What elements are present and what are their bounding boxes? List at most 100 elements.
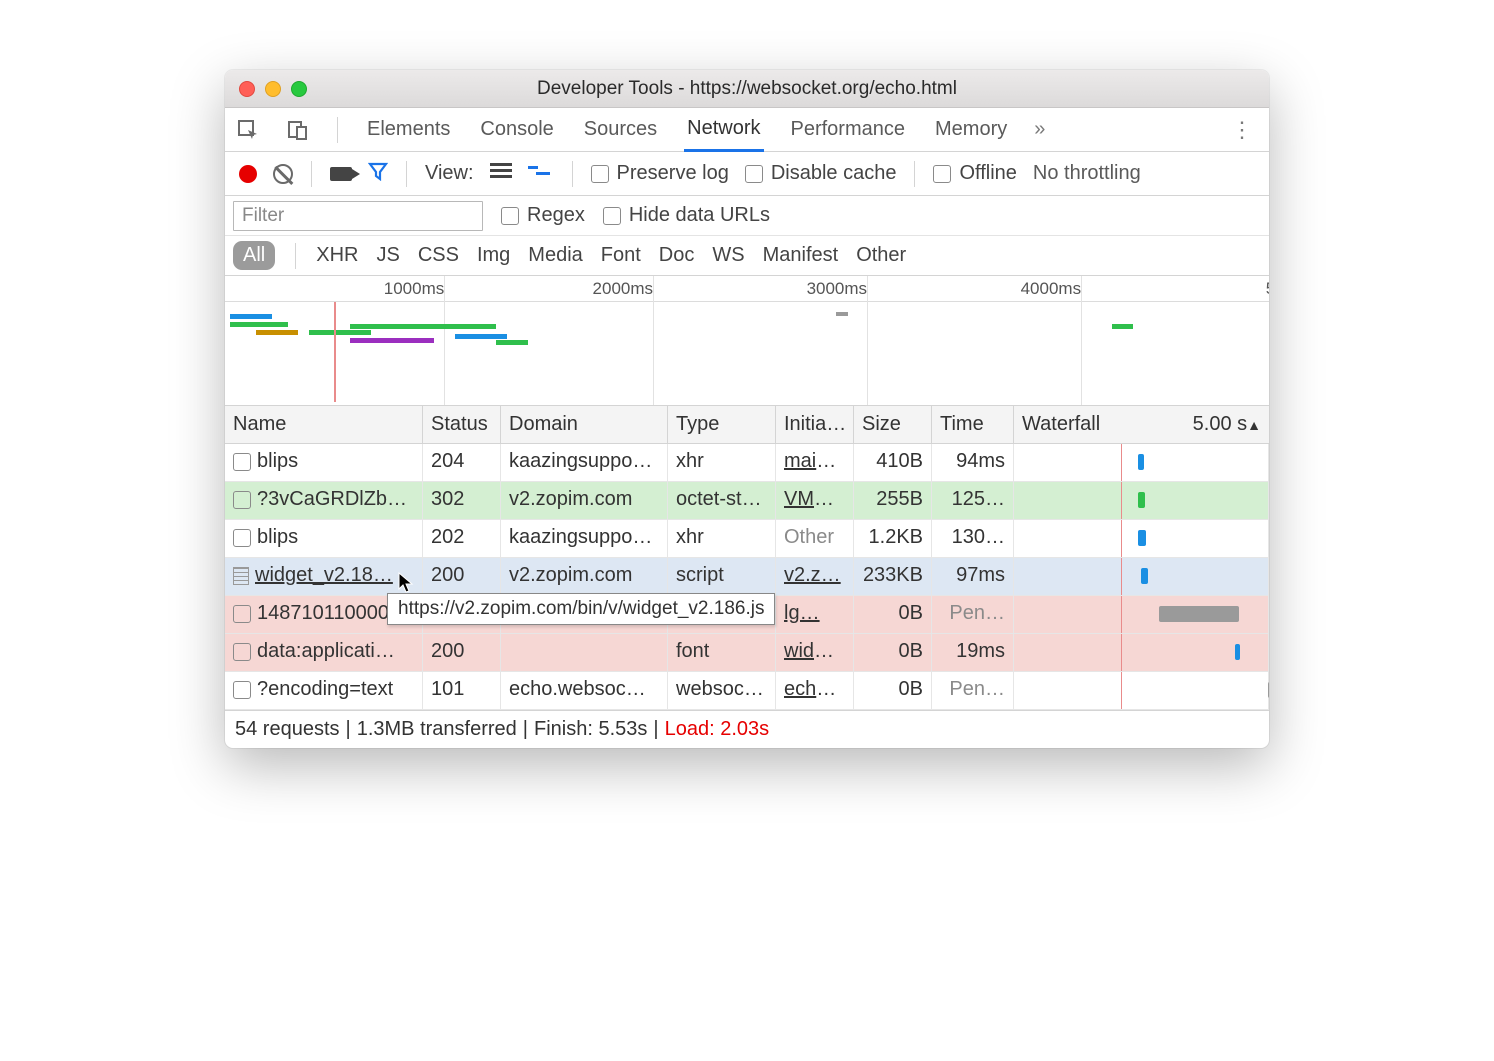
table-cell[interactable]: 202: [423, 520, 501, 558]
table-cell[interactable]: 101: [423, 672, 501, 710]
table-cell[interactable]: [501, 634, 668, 672]
type-img[interactable]: Img: [477, 244, 510, 267]
offline-checkbox[interactable]: Offline: [933, 162, 1016, 185]
table-cell[interactable]: websoc…: [668, 672, 776, 710]
tab-sources[interactable]: Sources: [581, 108, 660, 152]
row-checkbox[interactable]: [233, 453, 251, 471]
table-cell[interactable]: blips: [225, 444, 423, 482]
type-font[interactable]: Font: [601, 244, 641, 267]
table-cell[interactable]: v2.zopim.com: [501, 482, 668, 520]
inspect-icon[interactable]: [235, 117, 261, 143]
table-cell[interactable]: Other: [776, 520, 854, 558]
table-cell[interactable]: 200: [423, 558, 501, 596]
table-cell[interactable]: widget_v2.18…: [225, 558, 423, 596]
row-checkbox[interactable]: [233, 681, 251, 699]
table-cell[interactable]: 0B: [854, 672, 932, 710]
filter-toggle-icon[interactable]: [368, 161, 388, 186]
table-cell[interactable]: lg…: [776, 596, 854, 634]
table-cell[interactable]: script: [668, 558, 776, 596]
table-cell[interactable]: [1014, 634, 1269, 672]
type-media[interactable]: Media: [528, 244, 582, 267]
row-checkbox[interactable]: [233, 605, 251, 623]
table-cell[interactable]: 255B: [854, 482, 932, 520]
tab-elements[interactable]: Elements: [364, 108, 453, 152]
table-cell[interactable]: [1014, 596, 1269, 634]
table-cell[interactable]: [1014, 520, 1269, 558]
table-cell[interactable]: 410B: [854, 444, 932, 482]
table-cell[interactable]: Pen…: [932, 672, 1014, 710]
table-cell[interactable]: 125…: [932, 482, 1014, 520]
col-type[interactable]: Type: [668, 406, 776, 444]
table-cell[interactable]: v2.z…: [776, 558, 854, 596]
table-cell[interactable]: xhr: [668, 520, 776, 558]
type-xhr[interactable]: XHR: [316, 244, 358, 267]
table-cell[interactable]: [1014, 482, 1269, 520]
table-cell[interactable]: VM1…: [776, 482, 854, 520]
table-cell[interactable]: Pen…: [932, 596, 1014, 634]
type-doc[interactable]: Doc: [659, 244, 695, 267]
col-domain[interactable]: Domain: [501, 406, 668, 444]
disable-cache-checkbox[interactable]: Disable cache: [745, 162, 897, 185]
table-cell[interactable]: kaazingsuppo…: [501, 520, 668, 558]
table-cell[interactable]: octet-str…: [668, 482, 776, 520]
tabs-overflow-icon[interactable]: »: [1034, 118, 1045, 141]
table-cell[interactable]: v2.zopim.com: [501, 558, 668, 596]
row-checkbox[interactable]: [233, 491, 251, 509]
table-cell[interactable]: 19ms: [932, 634, 1014, 672]
tab-performance[interactable]: Performance: [788, 108, 909, 152]
overview-toggle-icon[interactable]: [528, 162, 554, 185]
throttling-select[interactable]: No throttling: [1033, 162, 1141, 185]
type-other[interactable]: Other: [856, 244, 906, 267]
col-status[interactable]: Status: [423, 406, 501, 444]
type-css[interactable]: CSS: [418, 244, 459, 267]
type-ws[interactable]: WS: [712, 244, 744, 267]
table-cell[interactable]: [1014, 444, 1269, 482]
table-cell[interactable]: widg…: [776, 634, 854, 672]
table-cell[interactable]: blips: [225, 520, 423, 558]
tab-network[interactable]: Network: [684, 108, 763, 152]
device-toolbar-icon[interactable]: [285, 117, 311, 143]
table-cell[interactable]: [1014, 558, 1269, 596]
type-all[interactable]: All: [233, 241, 275, 270]
table-cell[interactable]: echo.websoc…: [501, 672, 668, 710]
table-cell[interactable]: 97ms: [932, 558, 1014, 596]
col-name[interactable]: Name: [225, 406, 423, 444]
table-cell[interactable]: ?encoding=text: [225, 672, 423, 710]
col-size[interactable]: Size: [854, 406, 932, 444]
table-cell[interactable]: 302: [423, 482, 501, 520]
regex-checkbox[interactable]: Regex: [501, 204, 585, 227]
settings-menu-icon[interactable]: ⋮: [1225, 117, 1259, 143]
table-cell[interactable]: 94ms: [932, 444, 1014, 482]
type-manifest[interactable]: Manifest: [763, 244, 839, 267]
table-cell[interactable]: font: [668, 634, 776, 672]
col-time[interactable]: Time: [932, 406, 1014, 444]
record-button[interactable]: [239, 165, 257, 183]
table-cell[interactable]: ?3vCaGRDlZb…: [225, 482, 423, 520]
hide-data-urls-checkbox[interactable]: Hide data URLs: [603, 204, 770, 227]
table-cell[interactable]: 130…: [932, 520, 1014, 558]
filter-input[interactable]: [233, 201, 483, 231]
table-cell[interactable]: 200: [423, 634, 501, 672]
timeline-playhead[interactable]: [334, 302, 336, 402]
table-cell[interactable]: 233KB: [854, 558, 932, 596]
table-cell[interactable]: xhr: [668, 444, 776, 482]
table-cell[interactable]: echo…: [776, 672, 854, 710]
tab-memory[interactable]: Memory: [932, 108, 1010, 152]
row-checkbox[interactable]: [233, 643, 251, 661]
col-waterfall[interactable]: Waterfall 5.00 s▲: [1014, 406, 1269, 444]
col-initiator[interactable]: Initia…: [776, 406, 854, 444]
row-checkbox[interactable]: [233, 529, 251, 547]
table-cell[interactable]: 0B: [854, 634, 932, 672]
clear-button[interactable]: [273, 164, 293, 184]
preserve-log-checkbox[interactable]: Preserve log: [591, 162, 729, 185]
table-cell[interactable]: 0B: [854, 596, 932, 634]
timeline-overview[interactable]: 1000ms 2000ms 3000ms 4000ms 50: [225, 276, 1269, 406]
type-js[interactable]: JS: [376, 244, 399, 267]
large-rows-icon[interactable]: [490, 162, 512, 185]
table-cell[interactable]: 204: [423, 444, 501, 482]
capture-screenshots-icon[interactable]: [330, 167, 352, 181]
table-cell[interactable]: data:applicati…: [225, 634, 423, 672]
table-cell[interactable]: kaazingsuppo…: [501, 444, 668, 482]
table-cell[interactable]: main…: [776, 444, 854, 482]
table-cell[interactable]: [1014, 672, 1269, 710]
